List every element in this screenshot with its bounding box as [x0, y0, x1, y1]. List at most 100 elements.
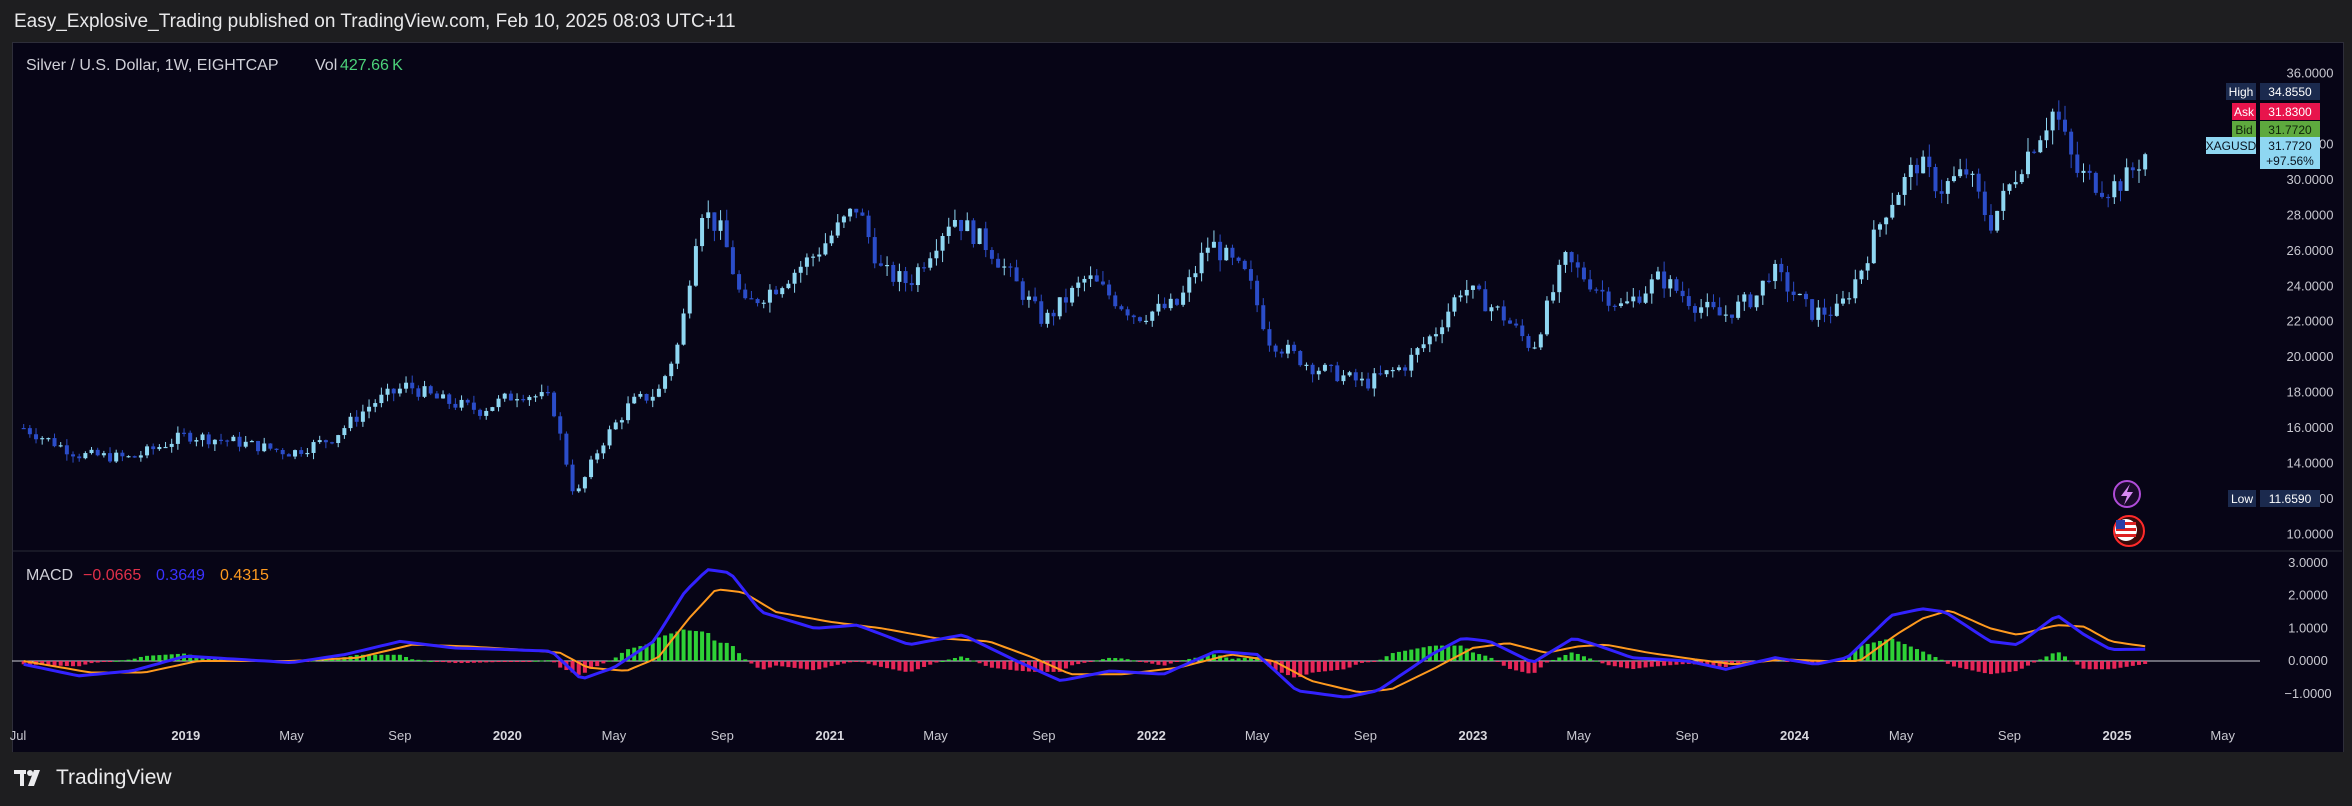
price-candle: [145, 444, 150, 459]
time-tick-label: Sep: [711, 728, 734, 743]
macd-histogram-bar: [1329, 661, 1334, 671]
price-candle: [885, 256, 890, 276]
macd-histogram-bar: [416, 659, 421, 661]
price-candle: [996, 253, 1001, 268]
macd-histogram-bar: [1939, 659, 1944, 661]
macd-histogram-bar: [1988, 661, 1993, 675]
price-tick-label: 30.0000: [2287, 172, 2334, 187]
price-candle: [780, 286, 785, 298]
price-candle: [1526, 333, 1531, 352]
macd-histogram-bar: [897, 661, 902, 671]
price-candle: [2124, 158, 2129, 191]
macd-histogram-bar: [1563, 654, 1568, 661]
price-candle: [539, 384, 544, 400]
time-axis[interactable]: Jul 2019 May Sep 2020 May Sep 2021 May Sep 2022 May…: [10, 728, 2236, 743]
macd-histogram-bar: [1514, 661, 1519, 671]
price-candle: [737, 270, 742, 293]
price-candle: [1723, 305, 1728, 322]
price-candle: [330, 441, 335, 445]
us-flag-icon[interactable]: [2113, 515, 2145, 547]
price-candle: [595, 449, 600, 464]
macd-histogram-bar: [2013, 661, 2018, 672]
price-candle: [231, 434, 236, 442]
price-tick-label: 36.0000: [2287, 66, 2334, 81]
macd-tick-label: −1.0000: [2284, 686, 2331, 701]
time-tick-label: 2019: [171, 728, 200, 743]
macd-histogram-bar: [397, 654, 402, 661]
macd-histogram-bar: [1933, 657, 1938, 661]
price-candle: [607, 425, 612, 450]
macd-histogram-bar: [687, 630, 692, 661]
lightning-icon[interactable]: [2113, 480, 2141, 508]
price-candle: [1649, 274, 1654, 304]
price-candle: [385, 383, 390, 402]
macd-histogram-bar: [1359, 661, 1364, 663]
tradingview-brand[interactable]: TradingView: [14, 766, 172, 790]
price-candle: [1285, 339, 1290, 359]
price-candle: [644, 393, 649, 404]
price-candle: [1921, 150, 1926, 174]
price-candle: [712, 212, 717, 242]
price-candle: [397, 383, 402, 397]
price-candle: [601, 442, 606, 459]
price-candle: [447, 392, 452, 409]
macd-histogram-bar: [385, 654, 390, 661]
price-candle: [1125, 306, 1130, 321]
price-candle: [1347, 370, 1352, 377]
price-candle: [2106, 194, 2111, 208]
price-candle: [823, 233, 828, 256]
macd-histogram-bar: [410, 659, 415, 661]
price-candle: [404, 376, 409, 393]
time-tick-label: 2024: [1780, 728, 1810, 743]
macd-histogram-bar: [453, 661, 458, 664]
macd-histogram-bar: [1501, 661, 1506, 666]
macd-histogram-bar: [1927, 654, 1932, 661]
price-candle: [1310, 362, 1315, 383]
macd-histogram-bar: [2136, 661, 2141, 665]
price-candle: [163, 441, 168, 449]
macd-histogram-bar: [940, 661, 945, 662]
macd-histogram-bar: [1945, 661, 1950, 664]
macd-histogram-bar: [965, 657, 970, 661]
macd-label: MACD: [26, 567, 73, 584]
price-candle: [897, 263, 902, 292]
symbol-legend: Silver / U.S. Dollar, 1W, EIGHTCAP: [26, 57, 279, 74]
price-candle: [225, 439, 230, 447]
macd-histogram-bar: [1637, 661, 1642, 669]
price-candle: [1773, 259, 1778, 289]
macd-histogram-bar: [2130, 661, 2135, 666]
price-candle: [922, 262, 927, 272]
macd-histogram-bar: [1230, 658, 1235, 661]
price-candle: [1168, 293, 1173, 311]
price-candle: [496, 395, 501, 412]
price-candle: [1224, 244, 1229, 261]
macd-histogram-bar: [2099, 661, 2104, 670]
macd-histogram-bar: [2112, 661, 2117, 669]
price-candle: [915, 263, 920, 293]
price-candle: [2099, 181, 2104, 199]
price-candle: [1816, 300, 1821, 327]
price-candle: [1131, 314, 1136, 324]
macd-histogram-bar: [749, 661, 754, 664]
macd-histogram-bar: [817, 661, 822, 670]
price-candle: [1927, 144, 1932, 178]
price-candle: [1458, 290, 1463, 302]
price-candle: [237, 432, 242, 452]
chart-canvas[interactable]: 36.000032.000030.000028.000026.000024.00…: [0, 0, 2352, 806]
price-candle: [1810, 298, 1815, 322]
macd-histogram-bar: [681, 629, 686, 661]
vol-value: 427.66 K: [340, 57, 403, 74]
macd-axis[interactable]: 3.0000 2.0000 1.0000 0.0000 −1.0000: [2284, 555, 2331, 701]
price-candle: [1440, 319, 1445, 344]
price-candle: [1242, 259, 1247, 271]
price-candle: [249, 439, 254, 443]
price-candle: [2007, 183, 2012, 195]
macd-histogram-bar: [1914, 649, 1919, 661]
macd-histogram-bar: [2025, 661, 2030, 666]
price-candle: [1711, 294, 1716, 310]
macd-histogram-bar: [1310, 661, 1315, 673]
price-candle: [83, 451, 88, 460]
price-candle: [1341, 370, 1346, 385]
macd-histogram-bar: [1896, 641, 1901, 661]
price-candle: [1335, 361, 1340, 383]
